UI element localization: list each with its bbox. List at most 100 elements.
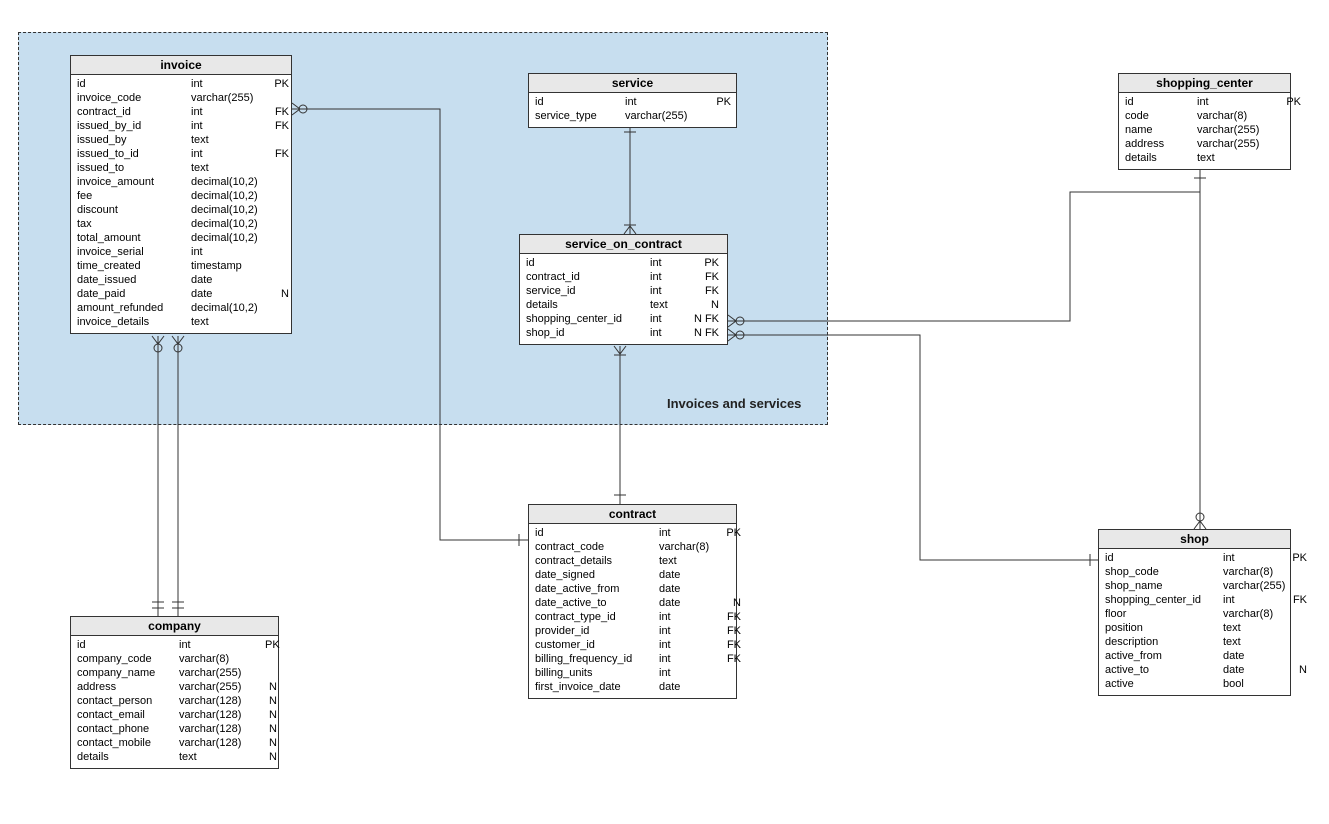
field-row: shop_idintN FK (526, 326, 721, 340)
field-flags (271, 189, 289, 203)
field-row: invoice_amountdecimal(10,2) (77, 175, 285, 189)
field-row: contract_idintFK (526, 270, 721, 284)
field-name: contact_person (77, 694, 179, 708)
field-row: addressvarchar(255) (1125, 137, 1284, 151)
entity-shopping_center[interactable]: shopping_centeridintPKcodevarchar(8)name… (1118, 73, 1291, 170)
field-row: date_paiddateN (77, 287, 285, 301)
field-name: shop_name (1105, 579, 1223, 593)
field-name: time_created (77, 259, 191, 273)
field-name: id (526, 256, 650, 270)
field-flags: FK (1289, 593, 1307, 607)
field-flags (271, 231, 289, 245)
field-type: text (191, 161, 267, 175)
field-row: positiontext (1105, 621, 1284, 635)
entity-service_on_contract[interactable]: service_on_contractidintPKcontract_idint… (519, 234, 728, 345)
field-name: contact_email (77, 708, 179, 722)
field-type: varchar(8) (1197, 109, 1279, 123)
field-row: issued_to_idintFK (77, 147, 285, 161)
field-type: bool (1223, 677, 1285, 691)
field-flags: N (684, 298, 719, 312)
field-name: contract_code (535, 540, 659, 554)
field-name: code (1125, 109, 1197, 123)
field-row: date_active_fromdate (535, 582, 730, 596)
field-type: date (659, 582, 719, 596)
field-type: decimal(10,2) (191, 217, 267, 231)
field-row: service_typevarchar(255) (535, 109, 730, 123)
entity-header: shopping_center (1119, 74, 1290, 93)
entity-header: shop (1099, 530, 1290, 549)
field-type: varchar(8) (179, 652, 261, 666)
field-type: varchar(255) (191, 91, 267, 105)
field-row: shopping_center_idintFK (1105, 593, 1284, 607)
field-type: int (659, 610, 719, 624)
field-row: idintPK (526, 256, 721, 270)
field-name: name (1125, 123, 1197, 137)
field-flags (1289, 649, 1307, 663)
field-row: company_namevarchar(255) (77, 666, 272, 680)
field-flags (271, 203, 289, 217)
field-name: invoice_serial (77, 245, 191, 259)
field-row: activebool (1105, 677, 1284, 691)
field-flags (1283, 151, 1301, 165)
field-type: varchar(128) (179, 722, 261, 736)
field-row: active_todateN (1105, 663, 1284, 677)
field-type: int (650, 256, 680, 270)
field-flags (723, 540, 741, 554)
field-row: issued_totext (77, 161, 285, 175)
field-name: date_active_from (535, 582, 659, 596)
field-flags: N (265, 722, 277, 736)
entity-invoice[interactable]: invoiceidintPKinvoice_codevarchar(255)co… (70, 55, 292, 334)
entity-company[interactable]: companyidintPKcompany_codevarchar(8)comp… (70, 616, 279, 769)
entity-body: idintPKcontract_idintFKservice_idintFKde… (520, 254, 727, 344)
field-type: date (659, 596, 719, 610)
field-type: varchar(8) (659, 540, 719, 554)
field-type: timestamp (191, 259, 267, 273)
field-name: issued_by (77, 133, 191, 147)
field-flags: PK (723, 526, 741, 540)
field-name: description (1105, 635, 1223, 649)
field-row: contract_detailstext (535, 554, 730, 568)
field-flags (723, 568, 741, 582)
field-type: varchar(128) (179, 736, 261, 750)
field-row: company_codevarchar(8) (77, 652, 272, 666)
field-flags (271, 217, 289, 231)
field-name: contract_id (77, 105, 191, 119)
field-type: int (179, 638, 261, 652)
field-name: date_paid (77, 287, 191, 301)
field-name: contract_id (526, 270, 650, 284)
entity-shop[interactable]: shopidintPKshop_codevarchar(8)shop_namev… (1098, 529, 1291, 696)
field-flags: N (265, 694, 277, 708)
field-name: date_issued (77, 273, 191, 287)
field-row: floorvarchar(8) (1105, 607, 1284, 621)
field-type: date (659, 680, 719, 694)
field-type: text (179, 750, 261, 764)
field-type: int (625, 95, 707, 109)
field-type: int (659, 638, 719, 652)
entity-header: company (71, 617, 278, 636)
field-type: text (1197, 151, 1279, 165)
field-type: int (659, 652, 719, 666)
field-name: shopping_center_id (1105, 593, 1223, 607)
field-row: namevarchar(255) (1125, 123, 1284, 137)
field-flags: N (265, 736, 277, 750)
field-type: varchar(255) (179, 680, 261, 694)
field-name: floor (1105, 607, 1223, 621)
field-name: issued_to (77, 161, 191, 175)
field-type: int (1223, 593, 1285, 607)
entity-header: invoice (71, 56, 291, 75)
entity-contract[interactable]: contractidintPKcontract_codevarchar(8)co… (528, 504, 737, 699)
field-flags (723, 554, 741, 568)
field-type: int (191, 147, 267, 161)
field-row: contact_emailvarchar(128)N (77, 708, 272, 722)
field-flags (711, 109, 731, 123)
field-name: details (1125, 151, 1197, 165)
field-type: int (650, 312, 680, 326)
field-name: contract_details (535, 554, 659, 568)
field-name: issued_to_id (77, 147, 191, 161)
entity-body: idintPKshop_codevarchar(8)shop_namevarch… (1099, 549, 1290, 695)
entity-service[interactable]: serviceidintPKservice_typevarchar(255) (528, 73, 737, 128)
entity-header: service_on_contract (520, 235, 727, 254)
field-row: contact_personvarchar(128)N (77, 694, 272, 708)
field-row: addressvarchar(255)N (77, 680, 272, 694)
field-row: shopping_center_idintN FK (526, 312, 721, 326)
